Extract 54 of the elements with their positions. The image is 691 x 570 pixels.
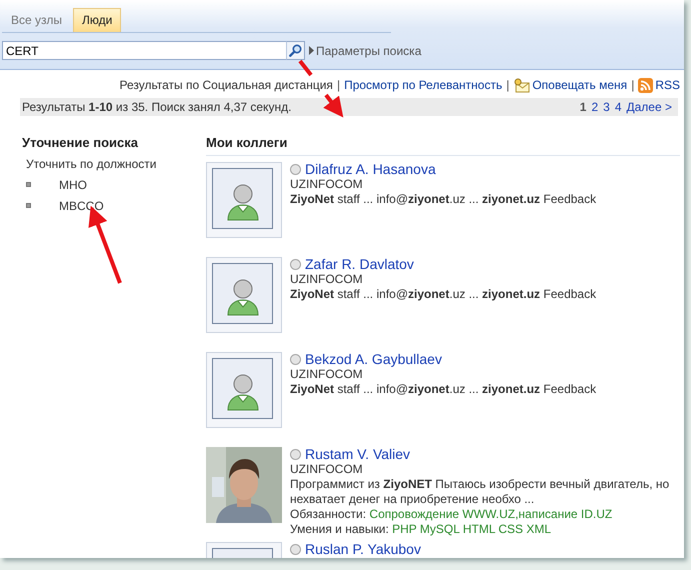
presence-icon xyxy=(290,544,301,554)
person-name-link[interactable]: Dilafruz A. Hasanova xyxy=(305,162,436,176)
results-summary: Результаты 1-10 из 35. Поиск занял 4,37 секунд. xyxy=(22,99,292,116)
presence-icon xyxy=(290,258,301,270)
organization-text: UZINFOCOM xyxy=(290,176,364,192)
refine-link[interactable]: MBCCO xyxy=(59,196,104,214)
page-link[interactable]: 1 xyxy=(580,100,586,114)
bullet-icon xyxy=(26,182,31,187)
person-name-link[interactable]: Rustam V. Valiev xyxy=(305,446,410,462)
avatar-placeholder-icon xyxy=(206,352,282,428)
tab[interactable]: Люди xyxy=(73,8,122,32)
refine-heading: Уточнение поиска xyxy=(22,134,139,152)
person-name-link[interactable]: Zafar R. Davlatov xyxy=(305,256,414,272)
person-description: ZiyoNet staff ... info@ziyonet.uz ... ziyonet.uz Feedback xyxy=(290,192,596,206)
presence-icon xyxy=(290,164,301,174)
person-description: ZiyoNet staff ... info@ziyonet.uz ... ziyonet.uz Feedback xyxy=(290,286,596,302)
presence-icon xyxy=(290,448,301,460)
page-link[interactable]: 4 xyxy=(614,100,622,114)
avatar-placeholder-icon xyxy=(206,162,282,238)
search-icon xyxy=(289,44,302,57)
search-button[interactable] xyxy=(286,41,305,60)
person-description: Программист из ZiyoNET Пытаюсь изобрести вечный двигатель, но нехватает денег на приобретение необхо ... xyxy=(290,476,670,506)
field-value: PHP MySQL HTML CSS XML xyxy=(392,522,552,536)
separator: | xyxy=(506,77,510,94)
page-link[interactable]: 3 xyxy=(603,100,610,114)
alert-link[interactable]: Оповещать меня xyxy=(513,76,628,94)
field-label: Умения и навыки: xyxy=(290,522,389,536)
refine-group-label: Уточнить по должности xyxy=(25,156,158,172)
person-name-link[interactable]: Ruslan P. Yakubov xyxy=(305,542,421,556)
results-heading: Мои коллеги xyxy=(206,133,680,156)
expand-triangle-icon xyxy=(309,46,314,55)
field-label: Обязанности: xyxy=(290,506,366,520)
sort-label: Результаты по Социальная дистанция xyxy=(119,77,333,94)
bullet-icon xyxy=(26,203,31,208)
page-link[interactable]: Далее > xyxy=(626,100,672,114)
refine-link[interactable]: МНО xyxy=(59,176,87,194)
search-options-link[interactable]: Параметры поиска xyxy=(309,42,422,60)
page-link[interactable]: 2 xyxy=(591,100,598,114)
organization-text: UZINFOCOM xyxy=(290,366,364,382)
search-field[interactable]: CERT xyxy=(2,41,286,60)
presence-icon xyxy=(290,354,301,364)
separator: | xyxy=(336,77,340,94)
organization-text: UZINFOCOM xyxy=(290,272,364,286)
sort-link[interactable]: Просмотр по Релевантность xyxy=(344,76,502,94)
rss-icon xyxy=(638,78,654,92)
alert-envelope-icon xyxy=(513,78,530,92)
rss-link[interactable]: RSS xyxy=(638,76,680,94)
person-name-link[interactable]: Bekzod A. Gaybullaev xyxy=(305,352,442,366)
person-description: ZiyoNet staff ... info@ziyonet.uz ... ziyonet.uz Feedback xyxy=(290,382,596,396)
separator: | xyxy=(631,77,634,94)
field-value: Сопровождение WWW.UZ,написание ID.UZ xyxy=(369,506,612,520)
organization-text: UZINFOCOM xyxy=(290,462,364,476)
avatar-placeholder-icon xyxy=(206,256,282,332)
tab[interactable]: Все узлы xyxy=(2,8,72,32)
